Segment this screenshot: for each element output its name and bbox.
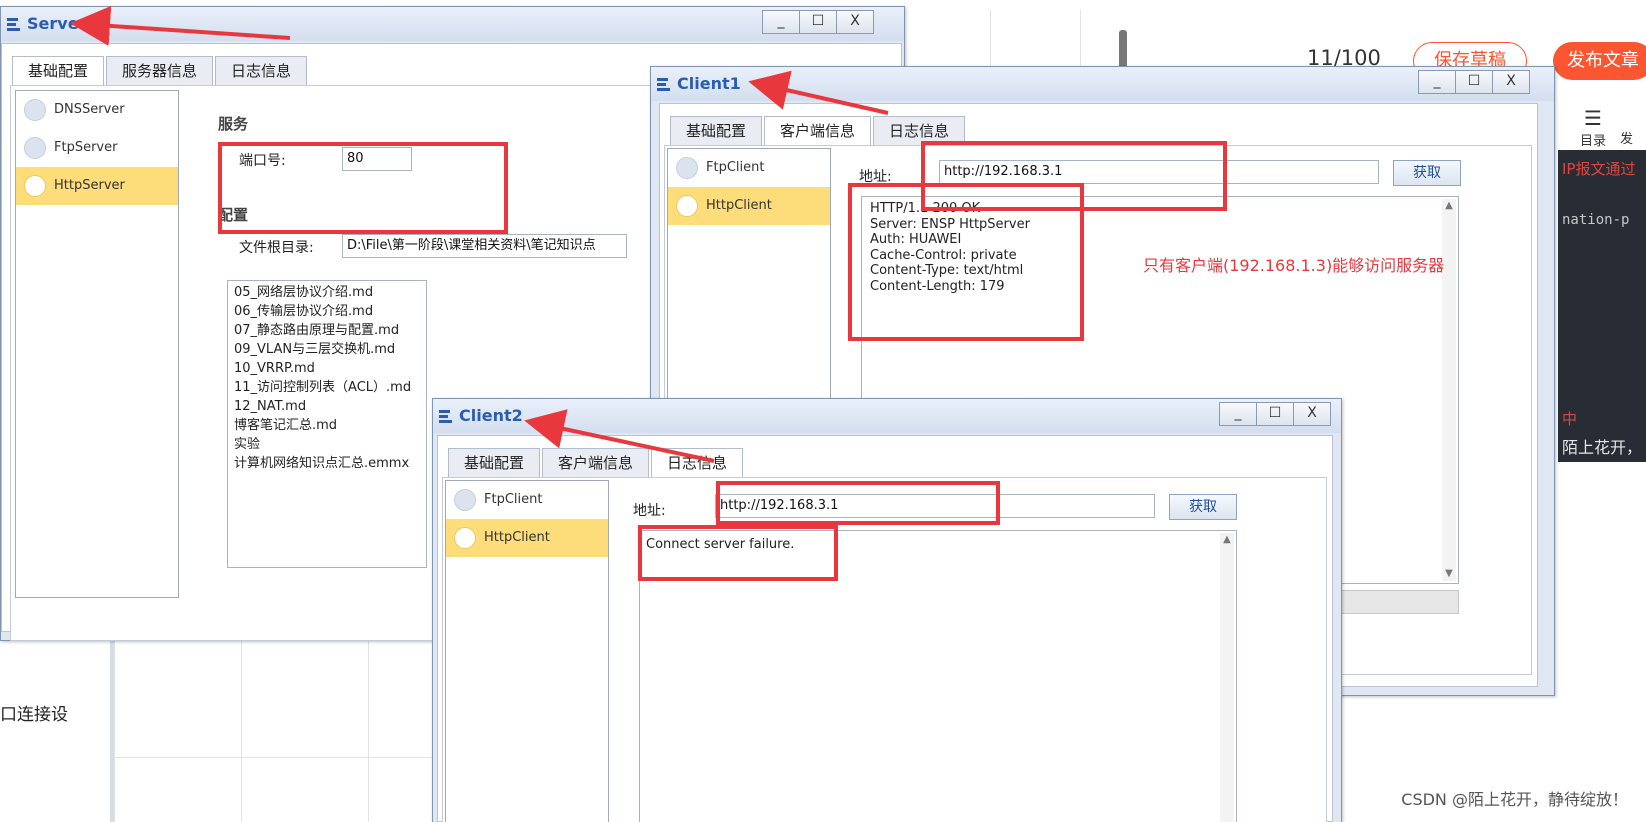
address-label: 地址:: [633, 503, 666, 519]
file-item[interactable]: 12_NAT.md: [234, 397, 420, 416]
code-line: 中: [1562, 410, 1578, 428]
file-item[interactable]: 09_VLAN与三层交换机.md: [234, 340, 420, 359]
file-item[interactable]: 07_静态路由原理与配置.md: [234, 321, 420, 340]
window-controls: _ ☐ X: [762, 10, 874, 34]
file-item[interactable]: 06_传输层协议介绍.md: [234, 302, 420, 321]
client-label: FtpClient: [484, 492, 543, 507]
tab-client-info[interactable]: 客户端信息: [764, 116, 872, 146]
topology-side-panel: [0, 640, 114, 822]
maximize-button[interactable]: ☐: [799, 10, 837, 34]
status-dot-icon: [676, 195, 698, 217]
topology-grid: [114, 640, 432, 822]
annotation-text: 只有客户端(192.168.1.3)能够访问服务器: [1143, 256, 1445, 275]
window-title: Client2: [459, 406, 523, 425]
ensp-app-icon: [439, 410, 452, 423]
file-item[interactable]: 11_访问控制列表（ACL）.md: [234, 378, 420, 397]
highlight-port-box: [218, 142, 508, 234]
client2-titlebar[interactable]: Client2 _ ☐ X: [433, 399, 1341, 433]
code-line: nation-p: [1562, 212, 1630, 228]
status-dot-icon: [24, 99, 46, 121]
client-item-httpclient[interactable]: HttpClient: [446, 519, 608, 557]
file-item[interactable]: 05_网络层协议介绍.md: [234, 283, 420, 302]
service-list: DNSServer FtpServer HttpServer: [15, 90, 179, 598]
file-item[interactable]: 10_VRRP.md: [234, 359, 420, 378]
watermark: CSDN @陌上花开，静待绽放！: [1401, 790, 1628, 809]
status-dot-icon: [24, 175, 46, 197]
topology-scrollbar[interactable]: [1115, 12, 1133, 72]
status-dot-icon: [454, 527, 476, 549]
service-group-caption: 服务: [218, 115, 249, 133]
server1-tabs: 基础配置 服务器信息 日志信息: [12, 56, 309, 86]
code-line: IP报文通过: [1562, 160, 1636, 178]
service-item-dnsserver[interactable]: DNSServer: [16, 91, 178, 129]
ensp-app-icon: [7, 18, 20, 31]
root-dir-label: 文件根目录:: [239, 240, 314, 256]
tab-basic-config[interactable]: 基础配置: [12, 56, 105, 86]
topology-text: 口连接设: [0, 705, 68, 725]
close-button[interactable]: X: [1293, 402, 1331, 426]
server1-titlebar[interactable]: Server1 _ ☐ X: [1, 7, 904, 41]
client-info-panel: FtpClient HttpClient 地址: http://192.168.…: [442, 477, 1327, 822]
file-item[interactable]: 计算机网络知识点汇总.emmx: [234, 454, 420, 473]
code-line: 陌上花开，: [1562, 438, 1643, 457]
file-item[interactable]: 博客笔记汇总.md: [234, 416, 420, 435]
highlight-client2-response-box: [638, 525, 838, 581]
client-item-ftpclient[interactable]: FtpClient: [668, 149, 830, 187]
tab-basic-config[interactable]: 基础配置: [448, 448, 541, 478]
file-list: 05_网络层协议介绍.md 06_传输层协议介绍.md 07_静态路由原理与配置…: [227, 280, 427, 568]
window-controls: _ ☐ X: [1418, 70, 1530, 94]
ensp-app-icon: [657, 78, 670, 91]
toc-label: 目录: [1579, 134, 1606, 149]
status-dot-icon: [24, 137, 46, 159]
window-title: Client1: [677, 74, 741, 93]
tab-log-info[interactable]: 日志信息: [215, 56, 308, 86]
list-icon: ☰: [1584, 106, 1602, 130]
tab-client-info[interactable]: 客户端信息: [542, 448, 650, 478]
maximize-button[interactable]: ☐: [1256, 402, 1294, 426]
minimize-button[interactable]: _: [1219, 402, 1257, 426]
maximize-button[interactable]: ☐: [1455, 70, 1493, 94]
client-label: HttpClient: [706, 198, 772, 213]
client1-titlebar[interactable]: Client1 _ ☐ X: [651, 67, 1554, 101]
client-item-ftpclient[interactable]: FtpClient: [446, 481, 608, 519]
highlight-client1-response-box: [848, 183, 1084, 341]
get-button[interactable]: 获取: [1393, 160, 1461, 186]
highlight-client2-address-box: [716, 481, 1000, 525]
scroll-up-icon[interactable]: ▲: [1220, 533, 1234, 547]
tab-basic-config[interactable]: 基础配置: [670, 116, 763, 146]
response-scrollbar[interactable]: ▲: [1220, 533, 1234, 822]
client2-window: Client2 _ ☐ X 基础配置 客户端信息 日志信息 FtpClient …: [432, 398, 1342, 822]
publish-button[interactable]: 发布文章: [1553, 42, 1646, 80]
tab-server-info[interactable]: 服务器信息: [106, 56, 214, 86]
client2-tabs: 基础配置 客户端信息 日志信息: [448, 448, 745, 478]
service-item-httpserver[interactable]: HttpServer: [16, 167, 178, 205]
window-controls: _ ☐ X: [1219, 402, 1331, 426]
client-label: HttpClient: [484, 530, 550, 545]
service-item-ftpserver[interactable]: FtpServer: [16, 129, 178, 167]
status-dot-icon: [454, 489, 476, 511]
code-preview-panel: IP报文通过 nation-p 中 陌上花开，: [1558, 150, 1646, 462]
minimize-button[interactable]: _: [1418, 70, 1456, 94]
publish-short-label[interactable]: 发: [1620, 128, 1633, 147]
close-button[interactable]: X: [836, 10, 874, 34]
window-title: Server1: [27, 14, 98, 33]
service-label: HttpServer: [54, 178, 125, 193]
scroll-up-icon[interactable]: ▲: [1442, 199, 1456, 213]
scroll-down-icon[interactable]: ▼: [1442, 567, 1456, 581]
root-dir-input[interactable]: D:\File\第一阶段\课堂相关资料\笔记知识点: [342, 234, 627, 258]
client-item-httpclient[interactable]: HttpClient: [668, 187, 830, 225]
minimize-button[interactable]: _: [762, 10, 800, 34]
tab-log-info[interactable]: 日志信息: [651, 448, 744, 478]
service-label: FtpServer: [54, 140, 118, 155]
get-button[interactable]: 获取: [1169, 494, 1237, 520]
scrollbar-thumb[interactable]: [1119, 30, 1127, 70]
status-dot-icon: [676, 157, 698, 179]
client-list: FtpClient HttpClient: [445, 480, 609, 822]
file-item[interactable]: 实验: [234, 435, 420, 454]
client-label: FtpClient: [706, 160, 765, 175]
service-label: DNSServer: [54, 102, 125, 117]
close-button[interactable]: X: [1492, 70, 1530, 94]
toc-button[interactable]: ☰ 目录: [1575, 106, 1611, 154]
